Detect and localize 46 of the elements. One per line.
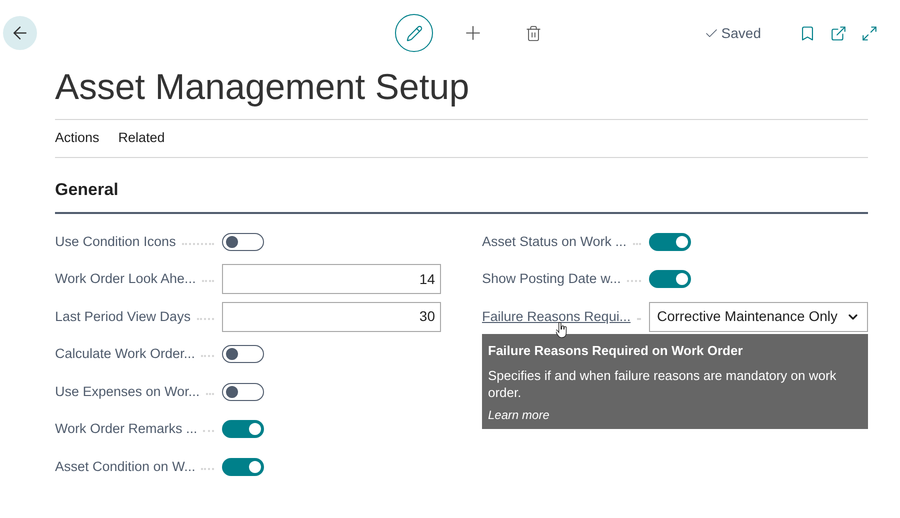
leader-line — [182, 242, 214, 245]
edit-button[interactable] — [395, 14, 433, 52]
tooltip-title: Failure Reasons Required on Work Order — [488, 342, 744, 360]
leader-line — [202, 280, 214, 282]
leader-line — [206, 392, 214, 395]
field-label: Work Order Remarks ... — [55, 420, 198, 438]
field-link[interactable]: Failure Reasons Requi... — [482, 306, 631, 327]
learn-more-link[interactable]: Learn more — [488, 406, 550, 424]
field-label: Work Order Look Ahe... — [55, 270, 196, 288]
back-button[interactable] — [3, 16, 37, 50]
toggle-switch[interactable] — [649, 270, 691, 288]
toggle-switch[interactable] — [222, 420, 264, 438]
dropdown-field[interactable]: Corrective Maintenance Only — [649, 302, 868, 332]
section-heading: General — [55, 180, 118, 199]
field-label: Calculate Work Order... — [55, 345, 196, 364]
leader-line — [632, 242, 641, 245]
field-label: Use Condition Icons — [55, 232, 176, 251]
expand-icon[interactable] — [861, 24, 878, 42]
leader-line — [626, 280, 641, 282]
bookmark-icon[interactable] — [799, 24, 816, 42]
trash-icon — [524, 24, 542, 42]
action-tab[interactable]: Related — [118, 128, 165, 149]
page-title: Asset Management Setup — [55, 65, 470, 109]
leader-line — [203, 430, 214, 432]
field-label: Show Posting Date w... — [482, 270, 621, 288]
leader-line — [636, 318, 641, 320]
pencil-icon — [406, 24, 422, 42]
leader-line — [201, 355, 214, 358]
toggle-switch[interactable] — [222, 232, 264, 251]
field-label: Asset Condition on W... — [55, 458, 196, 476]
toggle-switch[interactable] — [222, 345, 264, 364]
saved-status: Saved — [721, 24, 761, 42]
pop-out-icon[interactable] — [830, 24, 847, 42]
hand-cursor-icon — [556, 322, 568, 339]
toggle-switch[interactable] — [222, 458, 264, 476]
number-field[interactable]: 14 — [222, 264, 441, 294]
field-label: Asset Status on Work ... — [482, 232, 627, 251]
field-label: Last Period View Days — [55, 308, 191, 326]
leader-line — [201, 468, 214, 470]
leader-line — [196, 318, 214, 320]
action-tab[interactable]: Actions — [55, 128, 100, 149]
toggle-switch[interactable] — [222, 382, 264, 401]
field-label: Use Expenses on Wor... — [55, 382, 200, 401]
number-field[interactable]: 30 — [222, 302, 441, 332]
toggle-switch[interactable] — [649, 232, 691, 251]
tooltip-text: Specifies if and when failure reasons are mandatory on work order. — [488, 367, 838, 401]
